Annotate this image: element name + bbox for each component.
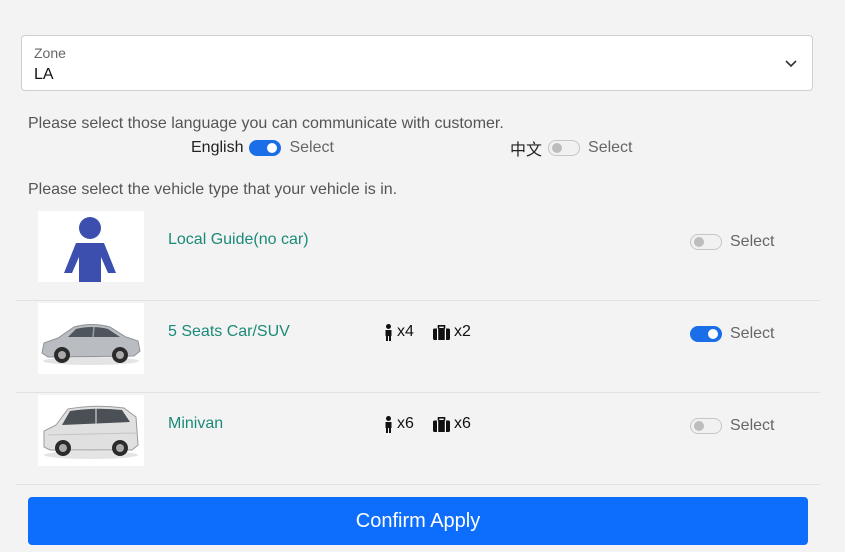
- vehicle-select: Select: [690, 417, 774, 435]
- select-label: Select: [730, 233, 775, 250]
- select-label: Select: [730, 325, 775, 342]
- zone-select[interactable]: Zone LA: [21, 35, 813, 91]
- language-toggle-chinese[interactable]: [548, 140, 581, 156]
- vehicle-toggle-minivan[interactable]: [690, 418, 722, 434]
- passenger-capacity: x4: [384, 323, 414, 341]
- minivan-image: [38, 395, 144, 466]
- vehicle-row-5-seats: 5 Seats Car/SUV x4 x2 Select: [16, 301, 820, 393]
- language-option-english: English Select: [191, 137, 334, 159]
- vehicle-name[interactable]: Minivan: [168, 415, 223, 433]
- language-name: 中文: [510, 142, 543, 159]
- language-name: English: [191, 139, 244, 156]
- luggage-capacity: x6: [433, 415, 471, 433]
- language-toggle-english[interactable]: [249, 140, 282, 156]
- vehicle-name[interactable]: 5 Seats Car/SUV: [168, 323, 290, 341]
- person-icon: [385, 323, 392, 341]
- person-icon: [38, 211, 144, 282]
- vehicle-row-minivan: Minivan x6 x6 Select: [16, 393, 820, 485]
- zone-value: LA: [34, 66, 54, 83]
- chevron-down-icon: [785, 60, 797, 68]
- vehicle-row-local-guide: Local Guide(no car) Select: [16, 209, 820, 301]
- vehicle-select: Select: [690, 325, 774, 343]
- person-icon: [385, 415, 392, 433]
- language-prompt: Please select those language you can com…: [28, 115, 504, 132]
- luggage-capacity: x2: [433, 323, 471, 341]
- select-label: Select: [289, 139, 334, 156]
- passenger-count: x6: [397, 415, 414, 432]
- suitcase-icon: [433, 324, 450, 340]
- confirm-apply-button[interactable]: Confirm Apply: [28, 497, 808, 545]
- vehicle-toggle-local-guide[interactable]: [690, 234, 722, 250]
- vehicle-select: Select: [690, 233, 774, 251]
- passenger-capacity: x6: [384, 415, 414, 433]
- luggage-count: x6: [454, 415, 471, 432]
- luggage-count: x2: [454, 323, 471, 340]
- language-option-chinese: 中文 Select: [510, 137, 632, 159]
- vehicle-prompt: Please select the vehicle type that your…: [28, 181, 398, 198]
- vehicle-toggle-5-seats[interactable]: [690, 326, 722, 342]
- zone-label: Zone: [34, 45, 66, 61]
- select-label: Select: [730, 417, 775, 434]
- select-label: Select: [588, 139, 633, 156]
- suitcase-icon: [433, 416, 450, 432]
- vehicle-name[interactable]: Local Guide(no car): [168, 231, 309, 249]
- sedan-car-image: [38, 303, 144, 374]
- passenger-count: x4: [397, 323, 414, 340]
